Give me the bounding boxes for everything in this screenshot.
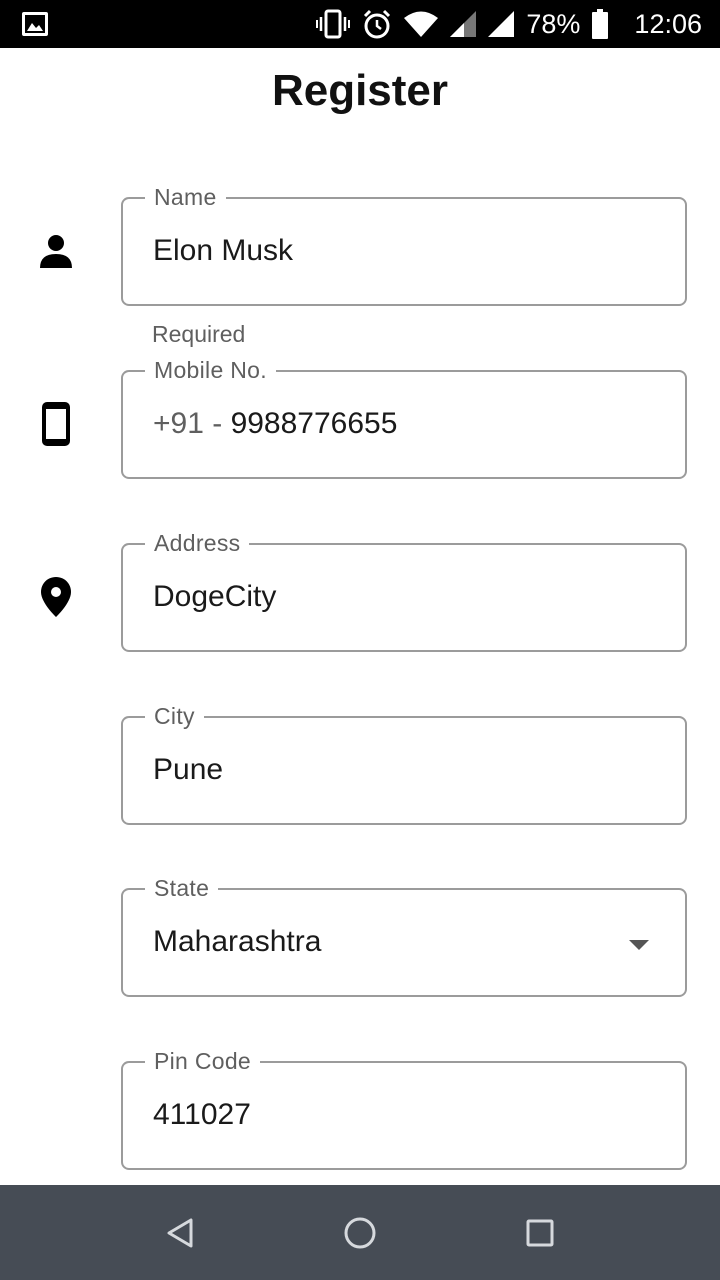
navigation-bar xyxy=(0,1185,720,1280)
vibrate-icon xyxy=(316,9,351,39)
pincode-value: 411027 xyxy=(153,1098,251,1131)
back-icon[interactable] xyxy=(140,1185,220,1280)
mobile-value: 9988776655 xyxy=(230,407,398,440)
state-value: Maharashtra xyxy=(153,925,322,958)
name-field[interactable]: Name Elon Musk xyxy=(121,182,687,306)
home-icon[interactable] xyxy=(320,1185,400,1280)
mobile-prefix: +91 - xyxy=(153,407,231,440)
address-value: DogeCity xyxy=(153,580,277,613)
mobile-label: Mobile No. xyxy=(145,355,276,385)
person-icon xyxy=(36,229,76,273)
state-label: State xyxy=(145,873,219,903)
address-label: Address xyxy=(145,528,250,558)
alarm-icon xyxy=(362,9,392,39)
phone-icon xyxy=(36,402,76,446)
wifi-icon xyxy=(404,11,439,37)
signal-icon xyxy=(450,11,477,37)
city-value: Pune xyxy=(153,753,224,786)
pincode-label: Pin Code xyxy=(145,1046,261,1076)
pincode-field[interactable]: Pin Code 411027 xyxy=(121,1046,687,1170)
status-bar: 78% 12:06 xyxy=(0,0,720,48)
recents-icon[interactable] xyxy=(500,1185,580,1280)
battery-percent: 78% xyxy=(526,8,581,39)
page-title: Register xyxy=(271,66,449,115)
mobile-field[interactable]: Mobile No. +91 - 9988776655 xyxy=(121,355,687,479)
city-field[interactable]: City Pune xyxy=(121,701,687,825)
image-icon xyxy=(22,12,48,36)
location-pin-icon xyxy=(36,575,76,619)
name-helper-text: Required xyxy=(152,321,246,347)
mobile-value-wrap: +91 - 9988776655 xyxy=(153,406,397,442)
address-field[interactable]: Address DogeCity xyxy=(121,528,687,652)
signal-icon xyxy=(488,11,515,37)
name-label: Name xyxy=(145,182,226,212)
dropdown-arrow-icon[interactable] xyxy=(629,940,649,950)
name-value: Elon Musk xyxy=(153,234,294,267)
clock: 12:06 xyxy=(634,8,702,39)
battery-icon xyxy=(592,9,609,39)
city-label: City xyxy=(145,701,204,731)
state-select[interactable]: State Maharashtra xyxy=(121,873,687,997)
